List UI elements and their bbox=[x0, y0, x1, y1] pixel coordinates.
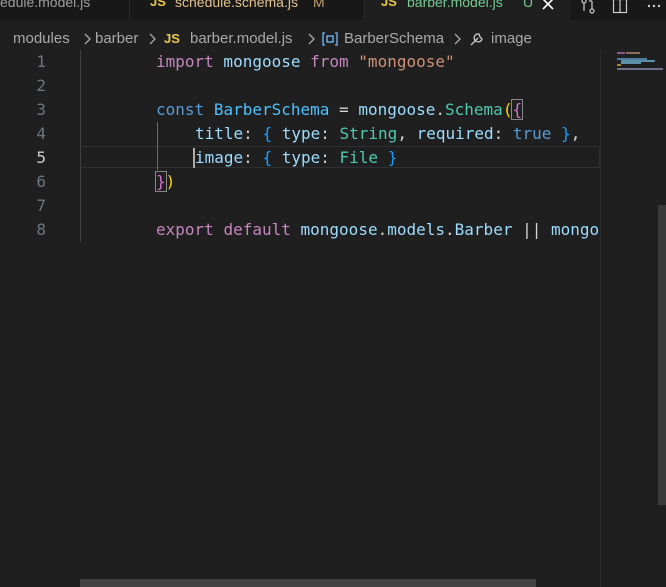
vertical-scrollbar[interactable] bbox=[658, 205, 666, 505]
modified-badge: M bbox=[313, 0, 325, 10]
breadcrumb-item-modules[interactable]: modules bbox=[13, 28, 70, 50]
code-text: export default mongoose.models.Barber ||… bbox=[156, 220, 600, 239]
code-line: 8 export default mongoose.models.Barber … bbox=[0, 218, 600, 242]
code-text: title: { type: String, required: true }, bbox=[195, 124, 581, 143]
tab-label: barber.model.js bbox=[407, 0, 503, 10]
tab-schedule-model[interactable]: edule.model.js bbox=[0, 0, 128, 20]
untracked-badge: U bbox=[523, 0, 534, 10]
symbol-property-icon bbox=[468, 31, 486, 51]
code-text: }) bbox=[155, 171, 176, 192]
breadcrumb-item-file[interactable]: barber.model.js bbox=[190, 28, 293, 50]
code-line: 6 }) bbox=[0, 170, 600, 194]
code-line: 1 import mongoose from "mongoose" bbox=[0, 50, 600, 74]
chevron-right-icon bbox=[454, 33, 461, 45]
text-cursor bbox=[193, 148, 195, 168]
code-line: 3 const BarberSchema = mongoose.Schema({ bbox=[0, 98, 600, 122]
line-number: 5 bbox=[36, 148, 46, 167]
breadcrumb: modules barber JS barber.model.js Barber… bbox=[0, 28, 666, 50]
symbol-variable-icon bbox=[321, 32, 339, 50]
close-tab-icon[interactable] bbox=[541, 0, 555, 12]
code-text: import mongoose from "mongoose" bbox=[156, 52, 455, 71]
compare-changes-icon[interactable] bbox=[580, 0, 596, 14]
chevron-right-icon bbox=[84, 33, 91, 45]
split-editor-icon[interactable] bbox=[612, 0, 628, 14]
js-file-icon: JS bbox=[150, 0, 166, 9]
minimap[interactable] bbox=[600, 50, 666, 587]
code-line: 2 bbox=[0, 74, 600, 98]
line-number: 7 bbox=[36, 196, 46, 215]
code-text: image: { type: File } bbox=[195, 148, 398, 167]
line-number: 6 bbox=[36, 172, 46, 191]
more-actions-icon[interactable] bbox=[646, 0, 662, 14]
chevron-right-icon bbox=[308, 33, 315, 45]
code-text: const BarberSchema = mongoose.Schema({ bbox=[156, 99, 524, 120]
horizontal-scrollbar[interactable] bbox=[80, 579, 536, 587]
tab-schedule-schema[interactable]: JS schedule.schema.js M bbox=[130, 0, 364, 20]
editor-tab-bar: edule.model.js JS schedule.schema.js M J… bbox=[0, 0, 666, 20]
code-line: 7 bbox=[0, 194, 600, 218]
tab-barber-model[interactable]: JS barber.model.js U bbox=[365, 0, 570, 20]
code-line-current: 5 image: { type: File } bbox=[0, 146, 600, 170]
breadcrumb-item-barber[interactable]: barber bbox=[95, 28, 138, 50]
code-line: 4 title: { type: String, required: true … bbox=[0, 122, 600, 146]
code-editor[interactable]: 1 import mongoose from "mongoose" 2 3 co… bbox=[0, 50, 600, 587]
breadcrumb-item-image[interactable]: image bbox=[491, 28, 532, 50]
line-number: 8 bbox=[36, 220, 46, 239]
js-file-icon: JS bbox=[381, 0, 397, 9]
tab-label: edule.model.js bbox=[0, 0, 91, 10]
breadcrumb-item-barberschema[interactable]: BarberSchema bbox=[344, 28, 444, 50]
line-number: 3 bbox=[36, 100, 46, 119]
line-number: 1 bbox=[36, 52, 46, 71]
line-number: 4 bbox=[36, 124, 46, 143]
tab-label: schedule.schema.js bbox=[175, 0, 298, 10]
js-file-icon: JS bbox=[164, 31, 180, 46]
line-number: 2 bbox=[36, 76, 46, 95]
chevron-right-icon bbox=[149, 33, 156, 45]
